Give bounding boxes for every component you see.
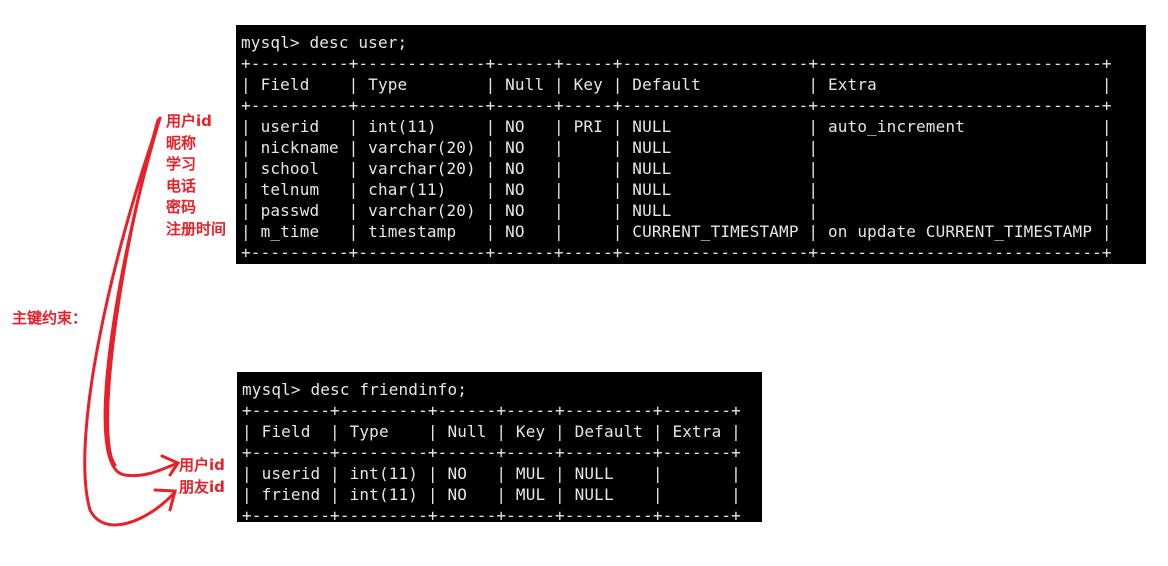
note-friend-userid: 用户id — [179, 456, 225, 474]
arrow-to-friend — [83, 116, 177, 527]
note-school: 学习 — [166, 155, 197, 173]
note-primary-key-constraint: 主键约束： — [12, 309, 88, 327]
note-userid: 用户id — [166, 112, 212, 130]
note-passwd: 密码 — [166, 198, 197, 216]
note-friend-id: 朋友id — [179, 477, 225, 496]
annotation-arrows — [83, 116, 181, 527]
friend-field-notes: 用户id 朋友id — [179, 455, 225, 498]
arrow-to-userid-inner — [106, 118, 160, 467]
note-telnum: 电话 — [166, 176, 197, 195]
note-mtime: 注册时间 — [166, 219, 227, 238]
note-nickname: 昵称 — [166, 133, 197, 152]
user-field-notes: 用户id 昵称 学习 电话 密码 注册时间 — [166, 111, 226, 240]
